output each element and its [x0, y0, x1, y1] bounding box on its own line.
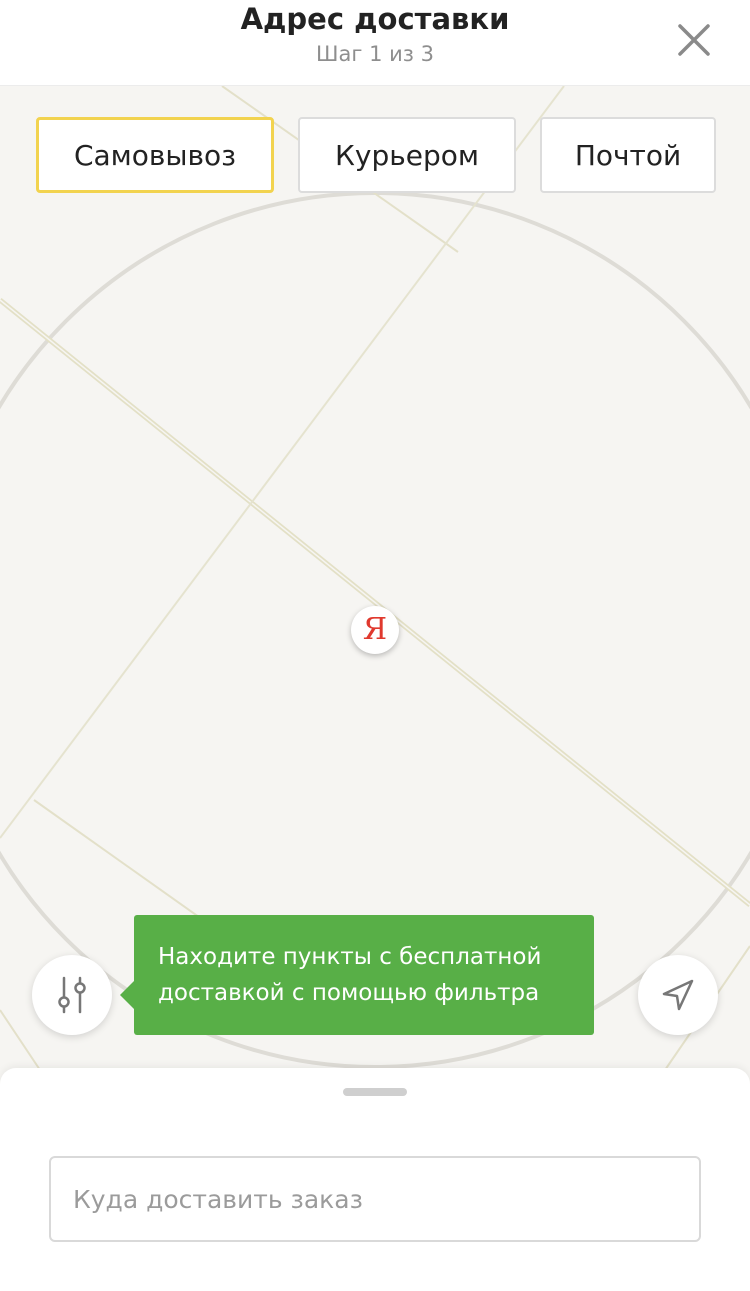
delivery-address-input[interactable]: [49, 1156, 701, 1242]
delivery-type-tabs: Самовывоз Курьером Почтой: [0, 117, 750, 197]
tooltip-arrow: [120, 981, 134, 1009]
bottom-sheet: [0, 1068, 750, 1291]
step-indicator: Шаг 1 из 3: [316, 42, 434, 66]
close-icon: [678, 24, 710, 56]
tab-courier[interactable]: Курьером: [298, 117, 516, 193]
navigation-arrow-icon: [662, 979, 694, 1011]
filter-button[interactable]: [32, 955, 112, 1035]
tab-pickup[interactable]: Самовывоз: [36, 117, 274, 193]
tooltip-line-1: Находите пункты с бесплатной: [158, 944, 542, 970]
yandex-logo-icon: Я: [362, 612, 388, 647]
close-button[interactable]: [672, 18, 716, 62]
sheet-drag-handle[interactable]: [343, 1088, 407, 1096]
filter-hint-tooltip: Находите пункты с бесплатной доставкой с…: [120, 915, 594, 1035]
page-title: Адрес доставки: [240, 2, 510, 36]
map-pin[interactable]: Я: [351, 606, 399, 654]
header: Адрес доставки Шаг 1 из 3: [0, 0, 750, 86]
filter-sliders-icon: [58, 976, 86, 1014]
locate-me-button[interactable]: [638, 955, 718, 1035]
tooltip-line-2: доставкой с помощью фильтра: [158, 980, 540, 1006]
tab-post[interactable]: Почтой: [540, 117, 716, 193]
